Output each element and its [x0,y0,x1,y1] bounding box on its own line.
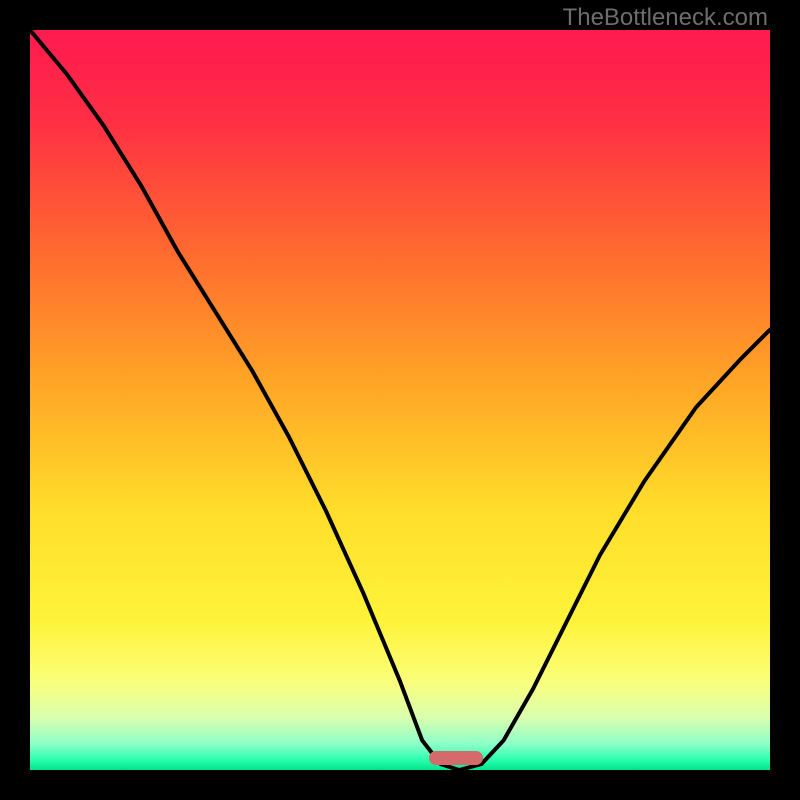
optimal-marker [429,751,483,765]
chart-frame: TheBottleneck.com [0,0,800,800]
bottleneck-curve [30,30,770,770]
watermark-text: TheBottleneck.com [563,4,768,32]
plot-area [30,30,770,770]
